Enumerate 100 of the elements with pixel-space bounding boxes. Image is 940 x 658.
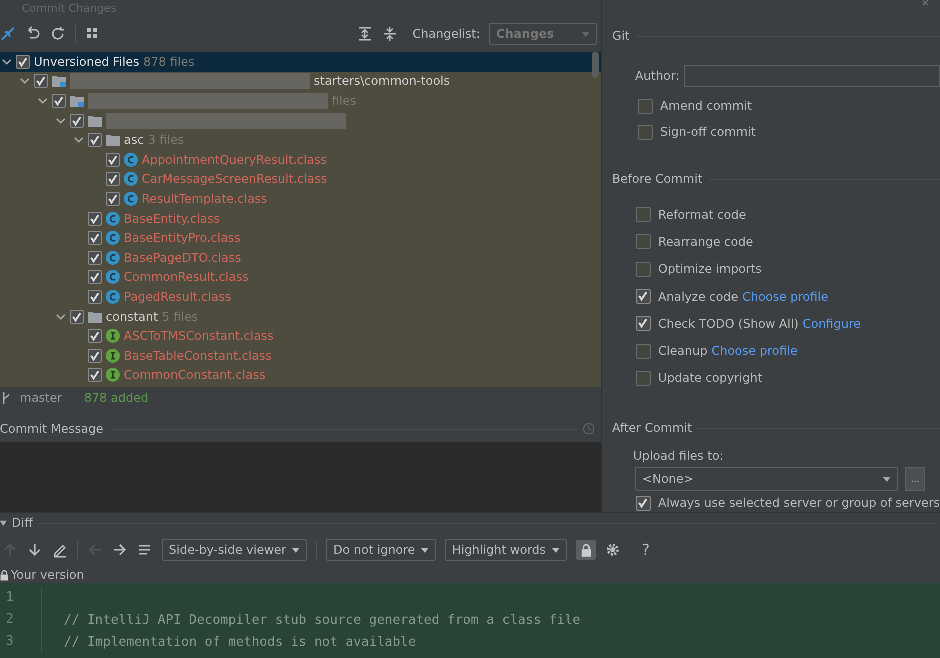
checkbox[interactable] [638,124,654,140]
checkbox[interactable] [106,172,120,186]
option-link[interactable]: Choose profile [712,344,798,358]
refresh-icon[interactable] [50,26,66,42]
arrow-down-icon[interactable] [27,542,43,558]
expand-all-icon[interactable] [356,26,373,42]
section-title: After Commit [612,421,692,436]
section-title: Commit Message [0,422,104,436]
checkbox[interactable] [106,192,120,206]
chevron-icon[interactable] [2,56,12,67]
viewer-dropdown[interactable]: Side-by-side viewer [162,539,308,561]
checkbox[interactable] [636,289,652,304]
checkbox[interactable] [88,368,102,382]
chevron-icon[interactable] [74,135,84,146]
interface-icon [106,329,120,344]
scrollbar[interactable] [592,52,600,78]
section-title[interactable]: Diff [12,516,33,530]
option-label[interactable]: Optimize imports [658,262,762,276]
chevron-icon[interactable] [56,116,66,126]
checkbox[interactable] [88,133,102,148]
checkbox[interactable] [52,94,66,108]
upload-label: Upload files to: [633,449,725,464]
folder-icon [88,114,102,128]
interface-icon [106,348,120,363]
caret-icon [292,548,300,552]
collapse-all-icon[interactable] [382,26,398,42]
option-link[interactable]: Configure [802,316,862,331]
checkbox[interactable] [636,316,652,332]
class-icon [124,192,138,206]
checkbox[interactable] [88,348,102,363]
checkbox[interactable] [638,98,654,114]
file-name[interactable]: constant [106,310,158,324]
server-dropdown[interactable]: <None> [635,467,898,492]
checkbox[interactable] [88,290,102,304]
section-title: Before Commit [612,172,703,186]
option-label[interactable]: Reformat code [658,208,746,222]
option-label[interactable]: Analyze code [658,290,738,304]
option-label[interactable]: Sign-off commit [660,125,756,139]
arrows-icon[interactable] [0,26,16,42]
help-button[interactable]: ? [642,541,650,559]
checkbox[interactable] [34,74,48,88]
lock-icon [580,544,592,556]
ignore-dropdown[interactable]: Do not ignore [326,539,436,561]
line-number: 3 [0,631,42,653]
file-name[interactable]: asc [124,133,144,148]
lock-button[interactable] [576,540,596,560]
option-label[interactable]: Cleanup [658,344,708,358]
class-icon [124,152,138,167]
checkbox[interactable] [636,344,652,359]
checkbox[interactable] [106,152,120,167]
checkbox[interactable] [636,262,652,277]
arrow-right-icon[interactable] [112,542,128,558]
checkbox[interactable] [88,231,102,246]
section-title: Git [612,29,630,43]
close-icon[interactable] [921,0,930,6]
branch-name: master [20,390,62,404]
list-icon[interactable] [137,542,153,558]
settings-icon[interactable] [605,542,622,558]
option-label[interactable]: Update copyright [658,371,763,386]
caret-icon [552,548,560,552]
chevron-icon[interactable] [20,76,30,86]
checkbox[interactable] [88,212,102,226]
checkbox[interactable] [636,496,652,511]
option-label[interactable]: Amend commit [660,99,752,113]
highlight-dropdown[interactable]: Highlight words [445,539,568,561]
option-label[interactable]: Always use selected server or group of servers [658,496,940,510]
author-label: Author: [635,69,680,83]
checkbox[interactable] [88,270,102,284]
file-name[interactable]: Unversioned Files [34,54,140,69]
line-number: 1 [0,587,42,609]
caret-icon [421,548,430,552]
file-name[interactable]: starters\common-tools [314,74,450,88]
folder-icon [106,133,120,148]
option-label[interactable]: Rearrange code [658,234,754,249]
checkbox[interactable] [88,329,102,344]
class-icon [106,250,120,265]
folder-icon [52,74,66,88]
option-label[interactable]: Check TODO (Show All) [658,316,799,331]
caret-icon [883,476,892,482]
file-count: 878 files [144,54,195,69]
folder-icon [88,310,102,324]
checkbox[interactable] [70,310,84,324]
checkbox[interactable] [70,114,84,128]
option-link[interactable]: Choose profile [742,290,828,304]
browse-button[interactable]: ... [905,467,926,492]
chevron-icon[interactable] [0,520,7,526]
change-summary: 878 added [84,390,149,404]
author-field[interactable] [684,65,940,87]
checkbox[interactable] [16,54,30,69]
chevron-icon[interactable] [38,96,48,106]
chevron-icon[interactable] [56,312,66,322]
code-line: // IntelliJ API Decompiler stub source generated from a class file [64,612,581,628]
checkbox[interactable] [636,370,652,386]
checkbox[interactable] [88,250,102,265]
checkbox[interactable] [636,234,652,250]
class-icon [106,212,120,226]
checkbox[interactable] [636,207,652,222]
lock-icon [0,570,9,580]
class-icon [106,270,120,284]
class-icon [124,172,138,186]
